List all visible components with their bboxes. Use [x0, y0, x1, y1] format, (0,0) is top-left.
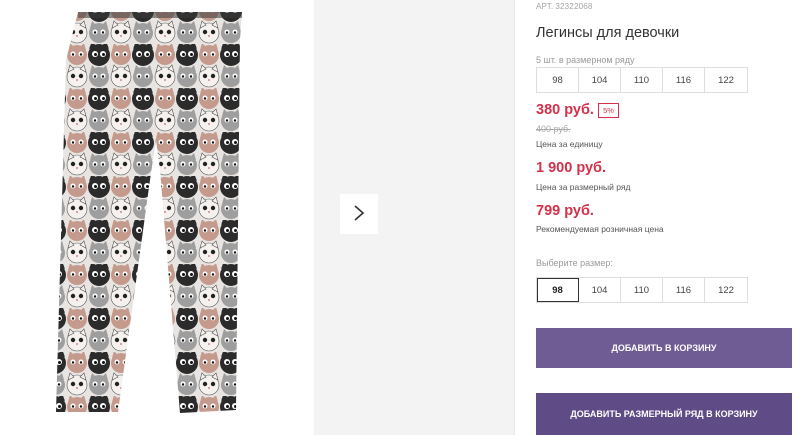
size-row-grid: 98 104 110 116 122 — [536, 67, 748, 93]
size-select-label: Выберите размер: — [536, 258, 613, 268]
rrp-price-caption: Рекомендуемая розничная цена — [536, 224, 664, 234]
size-option-104[interactable]: 104 — [579, 278, 621, 302]
size-option-116[interactable]: 116 — [663, 278, 705, 302]
article-number: АРТ. 32322068 — [536, 2, 595, 11]
size-option-122[interactable]: 122 — [705, 278, 747, 302]
size-row-cell: 98 — [537, 68, 579, 92]
panel-divider — [514, 0, 515, 435]
size-row-cell: 104 — [579, 68, 621, 92]
unit-price: 380 руб. — [536, 102, 594, 118]
size-option-110[interactable]: 110 — [621, 278, 663, 302]
discount-badge: 5% — [598, 103, 619, 118]
size-row-cell: 116 — [663, 68, 705, 92]
add-size-row-to-cart-button[interactable]: ДОБАВИТЬ РАЗМЕРНЫЙ РЯД В КОРЗИНУ — [536, 393, 792, 435]
size-option-98[interactable]: 98 — [537, 278, 579, 302]
row-price: 1 900 руб. — [536, 160, 607, 176]
article-value: 32322068 — [555, 2, 593, 11]
old-price: 400 руб. — [536, 124, 571, 134]
gallery-next-button[interactable] — [340, 194, 378, 234]
rrp-price: 799 руб. — [536, 203, 594, 219]
article-label: АРТ. — [536, 2, 554, 11]
product-title: Легинсы для девочки — [536, 25, 680, 41]
size-row-label: 5 шт. в размерном ряду — [536, 55, 635, 65]
add-to-cart-button[interactable]: ДОБАВИТЬ В КОРЗИНУ — [536, 328, 792, 368]
row-price-caption: Цена за размерный ряд — [536, 182, 631, 192]
unit-price-caption: Цена за единицу — [536, 139, 603, 149]
chevron-right-icon — [353, 204, 365, 225]
leggings-image — [56, 12, 242, 413]
size-selector: 98 104 110 116 122 — [536, 277, 748, 303]
product-image — [0, 0, 314, 435]
size-row-cell: 110 — [621, 68, 663, 92]
size-row-cell: 122 — [718, 74, 734, 86]
